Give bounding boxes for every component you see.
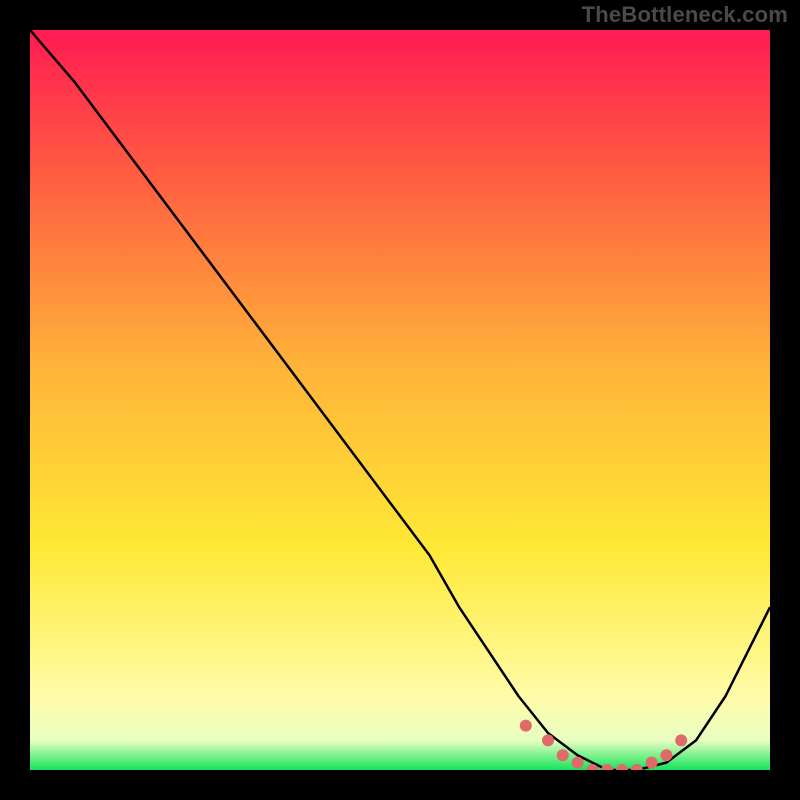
highlight-dot xyxy=(660,749,672,761)
highlight-dot xyxy=(542,734,554,746)
bottleneck-chart-svg xyxy=(30,30,770,770)
watermark-text: TheBottleneck.com xyxy=(582,2,788,28)
highlight-dot xyxy=(520,720,532,732)
highlight-dot xyxy=(675,734,687,746)
plot-area xyxy=(30,30,770,770)
highlight-dot xyxy=(646,757,658,769)
gradient-background xyxy=(30,30,770,770)
chart-frame: TheBottleneck.com xyxy=(0,0,800,800)
highlight-dot xyxy=(557,749,569,761)
highlight-dot xyxy=(572,757,584,769)
